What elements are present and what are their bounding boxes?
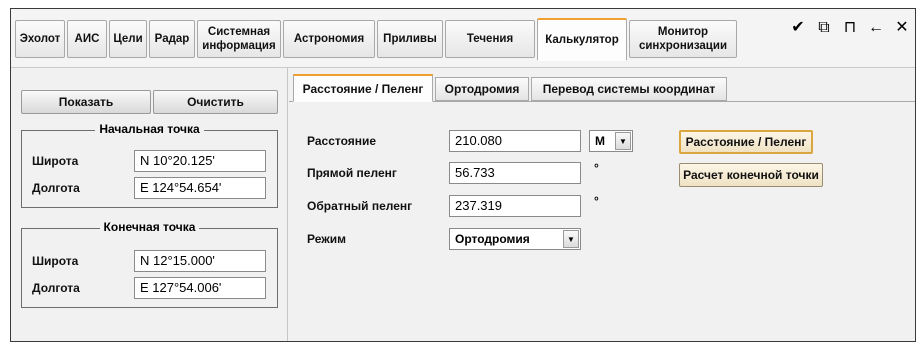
top-tab-bar: Эхолот АИС Цели Радар Системная информац… — [11, 9, 915, 67]
close-icon[interactable]: ✕ — [893, 19, 911, 37]
end-lon-field[interactable]: E 127°54.006' — [134, 277, 266, 299]
tab-orthodrome[interactable]: Ортодромия — [435, 77, 529, 101]
window-toolbar: ✔ ⧉ ⊓ ← ✕ — [789, 19, 911, 37]
calc-distance-bearing-button[interactable]: Расстояние / Пеленг — [679, 130, 813, 154]
forward-degree-unit: ° — [594, 161, 599, 175]
show-button[interactable]: Показать — [21, 90, 151, 114]
tab-radar[interactable]: Радар — [149, 20, 195, 58]
points-panel: Показать Очистить Начальная точка Широта… — [11, 68, 288, 341]
end-point-group: Конечная точка Широта N 12°15.000' Долго… — [21, 220, 278, 308]
calc-endpoint-button[interactable]: Расчет конечной точки — [679, 163, 823, 187]
tab-echosounder[interactable]: Эхолот — [15, 20, 65, 58]
tab-system-info[interactable]: Системная информация — [197, 20, 281, 58]
tab-distance-bearing[interactable]: Расстояние / Пеленг — [293, 74, 433, 102]
end-lat-field[interactable]: N 12°15.000' — [134, 250, 266, 272]
distance-unit-value: M — [595, 134, 605, 148]
reverse-bearing-field[interactable]: 237.319 — [449, 195, 581, 217]
start-lon-label: Долгота — [32, 181, 80, 195]
tab-currents[interactable]: Течения — [445, 20, 535, 58]
tab-ais[interactable]: АИС — [67, 20, 107, 58]
tab-calculator[interactable]: Калькулятор — [537, 18, 627, 61]
distance-bearing-form: Расстояние 210.080 M ▼ Прямой пеленг 56.… — [289, 101, 915, 341]
tab-coordinate-conversion[interactable]: Перевод системы координат — [531, 77, 727, 101]
distance-unit-select[interactable]: M ▼ — [589, 130, 633, 152]
broom-icon[interactable]: ✔ — [789, 19, 807, 37]
clear-button[interactable]: Очистить — [153, 90, 278, 114]
forward-bearing-label: Прямой пеленг — [307, 166, 397, 180]
back-arrow-icon[interactable]: ← — [867, 19, 885, 37]
distance-label: Расстояние — [307, 134, 377, 148]
forward-bearing-field[interactable]: 56.733 — [449, 162, 581, 184]
calculator-window: Эхолот АИС Цели Радар Системная информац… — [10, 8, 916, 342]
tab-sync-monitor[interactable]: Монитор синхронизации — [629, 20, 737, 58]
start-lat-field[interactable]: N 10°20.125' — [134, 150, 266, 172]
chevron-down-icon[interactable]: ▼ — [563, 230, 579, 248]
chevron-down-icon[interactable]: ▼ — [615, 132, 631, 150]
end-point-title: Конечная точка — [22, 220, 277, 234]
tab-targets[interactable]: Цели — [109, 20, 147, 58]
start-point-group: Начальная точка Широта N 10°20.125' Долг… — [21, 122, 278, 208]
distance-field[interactable]: 210.080 — [449, 130, 581, 152]
start-lon-field[interactable]: E 124°54.654' — [134, 177, 266, 199]
reverse-degree-unit: ° — [594, 194, 599, 208]
end-lat-label: Широта — [32, 254, 79, 268]
mode-select[interactable]: Ортодромия ▼ — [449, 228, 581, 250]
reverse-bearing-label: Обратный пеленг — [307, 199, 413, 213]
mode-value: Ортодромия — [455, 232, 530, 246]
tab-astronomy[interactable]: Астрономия — [283, 20, 375, 58]
tab-tides[interactable]: Приливы — [377, 20, 443, 58]
calculator-panel: Расстояние / Пеленг Ортодромия Перевод с… — [289, 68, 915, 341]
end-lon-label: Долгота — [32, 281, 80, 295]
start-lat-label: Широта — [32, 154, 79, 168]
restore-icon[interactable]: ⧉ — [815, 19, 833, 37]
pin-icon[interactable]: ⊓ — [841, 19, 859, 37]
start-point-title: Начальная точка — [22, 122, 277, 136]
mode-label: Режим — [307, 232, 346, 246]
